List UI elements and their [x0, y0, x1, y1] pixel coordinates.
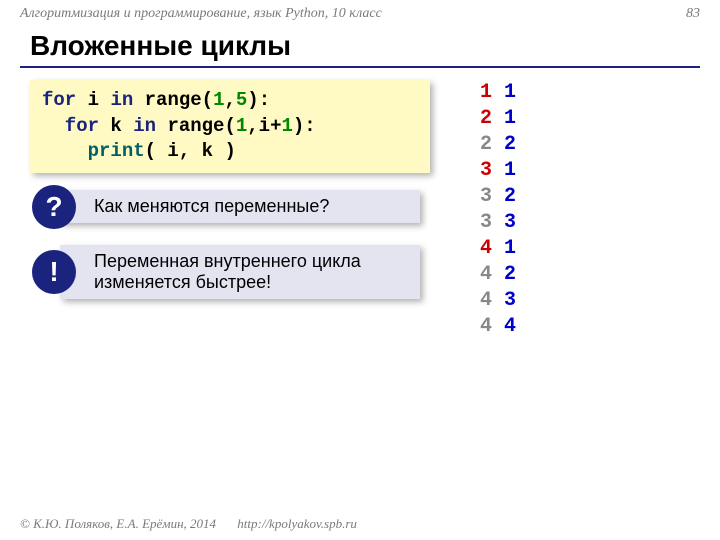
title-rule	[20, 66, 700, 68]
copyright: © К.Ю. Поляков, Е.А. Ерёмин, 2014	[20, 516, 216, 531]
code-line-3: print( i, k )	[42, 139, 418, 165]
output-block: 1 12 12 23 13 23 34 14 24 34 4	[480, 80, 516, 340]
output-row: 3 3	[480, 210, 516, 236]
output-row: 2 2	[480, 132, 516, 158]
course-name: Алгоритмизация и программирование, язык …	[20, 6, 382, 22]
output-row: 4 3	[480, 288, 516, 314]
question-callout: ? Как меняются переменные?	[60, 190, 420, 223]
output-row: 4 4	[480, 314, 516, 340]
output-row: 4 2	[480, 262, 516, 288]
page-title: Вложенные циклы	[30, 30, 291, 62]
page-number: 83	[686, 6, 700, 22]
footer: © К.Ю. Поляков, Е.А. Ерёмин, 2014 http:/…	[20, 516, 357, 532]
question-icon: ?	[32, 185, 76, 229]
exclaim-text: Переменная внутреннего цикла изменяется …	[94, 251, 361, 292]
output-row: 3 1	[480, 158, 516, 184]
slide: Алгоритмизация и программирование, язык …	[0, 0, 720, 540]
footer-url: http://kpolyakov.spb.ru	[237, 516, 357, 531]
output-row: 4 1	[480, 236, 516, 262]
header: Алгоритмизация и программирование, язык …	[20, 6, 700, 22]
code-line-2: for k in range(1,i+1):	[42, 114, 418, 140]
exclaim-icon: !	[32, 250, 76, 294]
exclaim-callout: ! Переменная внутреннего цикла изменяетс…	[60, 245, 420, 299]
question-text: Как меняются переменные?	[94, 196, 329, 216]
output-row: 3 2	[480, 184, 516, 210]
code-line-1: for i in range(1,5):	[42, 88, 418, 114]
output-row: 2 1	[480, 106, 516, 132]
code-block: for i in range(1,5): for k in range(1,i+…	[30, 80, 430, 173]
output-row: 1 1	[480, 80, 516, 106]
